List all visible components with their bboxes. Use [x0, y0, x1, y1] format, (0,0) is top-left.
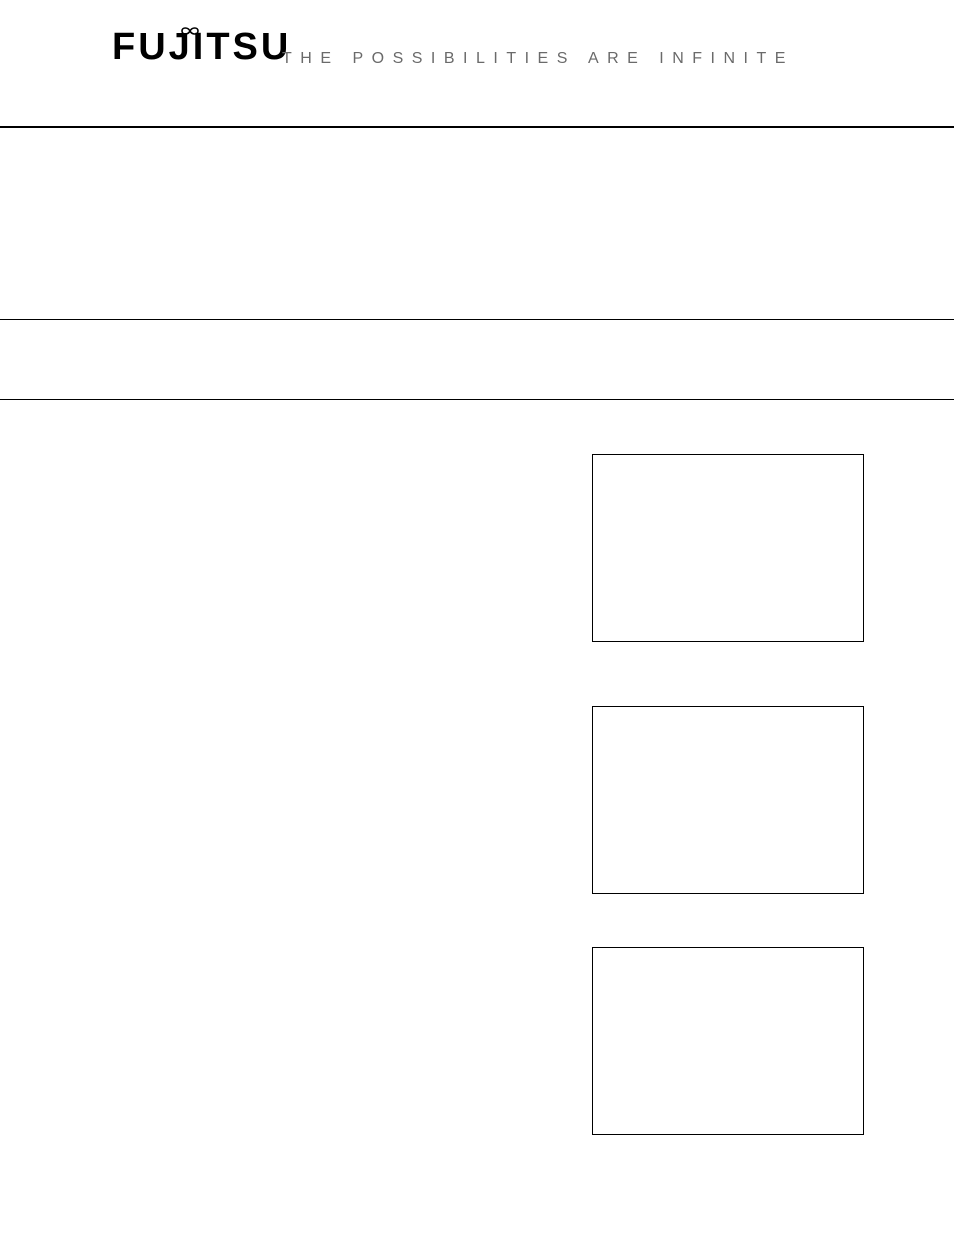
- header: FUJITSU THE POSSIBILITIES ARE INFINITE: [0, 0, 954, 110]
- document-page: FUJITSU THE POSSIBILITIES ARE INFINITE: [0, 0, 954, 110]
- image-placeholder: [592, 706, 864, 894]
- image-placeholder: [592, 454, 864, 642]
- image-placeholder: [592, 947, 864, 1135]
- brand-tagline: THE POSSIBILITIES ARE INFINITE: [282, 50, 794, 68]
- divider-rule: [0, 319, 954, 320]
- brand-logo-text: FUJITSU: [112, 26, 291, 69]
- divider-rule: [0, 126, 954, 128]
- divider-rule: [0, 399, 954, 400]
